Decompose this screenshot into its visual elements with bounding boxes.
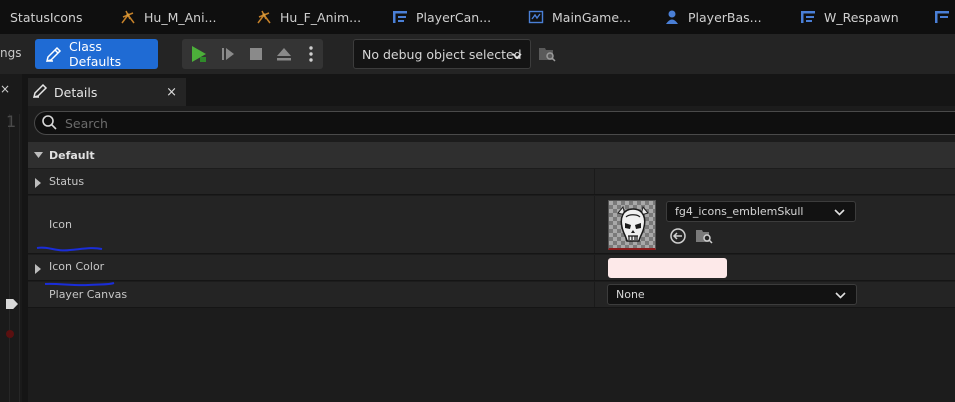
player-canvas-combo[interactable]: None — [607, 284, 857, 305]
widget-blueprint-icon — [934, 9, 950, 25]
more-vertical-icon — [309, 46, 313, 62]
graph-grid — [0, 114, 22, 402]
browse-asset-icon[interactable] — [695, 228, 713, 247]
eject-icon — [277, 48, 291, 61]
details-tab-label: Details — [54, 84, 98, 100]
details-search — [34, 111, 955, 135]
pencil-icon — [32, 83, 48, 102]
tab-statusicons[interactable]: StatusIcons — [0, 0, 110, 34]
details-panel: Details × Default Status Icon — [28, 74, 955, 402]
use-selected-asset-icon[interactable] — [669, 227, 687, 248]
chevron-down-icon — [834, 207, 845, 220]
tab-playerbase[interactable]: PlayerBas... — [654, 0, 790, 34]
step-button[interactable] — [214, 39, 242, 69]
column-divider[interactable] — [594, 282, 595, 307]
widget-blueprint-icon — [800, 9, 816, 25]
tab-details[interactable]: Details × — [28, 78, 186, 106]
tab-w-respawn[interactable]: W_Respawn — [790, 0, 924, 34]
icon-asset-combo[interactable]: fg4_icons_emblemSkull — [666, 201, 856, 222]
caret-down-icon — [34, 149, 43, 162]
character-icon — [664, 9, 680, 25]
blueprint-toolbar: ngs Class Defaults No debug object selec… — [0, 34, 955, 74]
search-icon — [41, 114, 57, 133]
class-defaults-label: Class Defaults — [69, 39, 122, 69]
icon-texture-thumbnail[interactable] — [608, 200, 656, 250]
browse-debug-object-icon[interactable] — [538, 46, 556, 65]
stop-icon — [250, 48, 262, 60]
tab-label: MainGame... — [552, 9, 631, 25]
play-icon — [192, 46, 206, 62]
debug-object-select[interactable]: No debug object selected — [353, 39, 531, 69]
tab-label: PlayerCan... — [416, 9, 492, 25]
caret-right-icon[interactable] — [34, 263, 42, 277]
breakpoint-icon — [6, 330, 14, 338]
annotation-underline — [44, 282, 115, 287]
column-divider[interactable] — [594, 169, 595, 194]
property-row-icon: Icon fg4_icons_emblemSkull — [28, 196, 955, 254]
play-button[interactable] — [182, 39, 214, 69]
category-default[interactable]: Default — [28, 142, 955, 168]
tab-hu-f-anim[interactable]: Hu_F_Anim... — [246, 0, 382, 34]
play-controls — [182, 39, 323, 69]
property-row-status: Status — [28, 169, 955, 195]
animation-icon — [120, 9, 136, 25]
category-label: Default — [49, 148, 95, 162]
close-icon[interactable]: × — [166, 85, 177, 100]
icon-asset-value: fg4_icons_emblemSkull — [675, 205, 804, 218]
class-defaults-button[interactable]: Class Defaults — [35, 39, 158, 69]
tab-label: W_Respawn — [824, 9, 899, 25]
color-swatch[interactable] — [608, 258, 727, 278]
document-tab-strip: StatusIcons Hu_M_Ani... Hu_F_Anim... Pla… — [0, 0, 955, 34]
property-row-icon-color: Icon Color — [28, 255, 955, 281]
property-name: Icon Color — [49, 260, 105, 273]
tab-overflow[interactable] — [924, 0, 955, 34]
tab-label: StatusIcons — [10, 9, 83, 25]
details-tab-bar: Details × — [28, 74, 955, 106]
gamemode-icon — [528, 9, 544, 25]
left-side-panel: × 1 — [0, 74, 22, 402]
column-divider[interactable] — [594, 255, 595, 280]
tab-label: Hu_F_Anim... — [280, 9, 362, 25]
graph-ruler-mark: 1 — [6, 112, 17, 131]
edit-defaults-icon — [45, 45, 63, 63]
property-name: Icon — [49, 218, 72, 231]
close-icon[interactable]: × — [0, 82, 10, 96]
chevron-down-icon — [512, 49, 522, 64]
chevron-down-icon — [835, 290, 846, 303]
annotation-underline — [36, 246, 103, 252]
caret-right-icon[interactable] — [34, 177, 42, 191]
stop-button[interactable] — [242, 39, 270, 69]
player-canvas-value: None — [616, 288, 645, 301]
property-row-player-canvas: Player Canvas None — [28, 282, 955, 308]
class-settings-button[interactable]: ngs — [0, 46, 21, 60]
tab-label: PlayerBas... — [688, 9, 762, 25]
animation-icon — [256, 9, 272, 25]
search-input[interactable] — [65, 115, 865, 131]
tab-hu-m-anim[interactable]: Hu_M_Ani... — [110, 0, 246, 34]
tab-maingame[interactable]: MainGame... — [518, 0, 654, 34]
play-options-button[interactable] — [300, 39, 322, 69]
tab-label: Hu_M_Ani... — [144, 9, 217, 25]
step-icon — [222, 48, 234, 60]
debug-object-label: No debug object selected — [362, 46, 522, 62]
widget-blueprint-icon — [392, 9, 408, 25]
eject-button[interactable] — [270, 39, 298, 69]
column-divider[interactable] — [594, 196, 595, 253]
tab-playercanvas[interactable]: PlayerCan... — [382, 0, 518, 34]
skull-emblem-icon — [609, 201, 655, 248]
property-name: Status — [49, 175, 85, 188]
